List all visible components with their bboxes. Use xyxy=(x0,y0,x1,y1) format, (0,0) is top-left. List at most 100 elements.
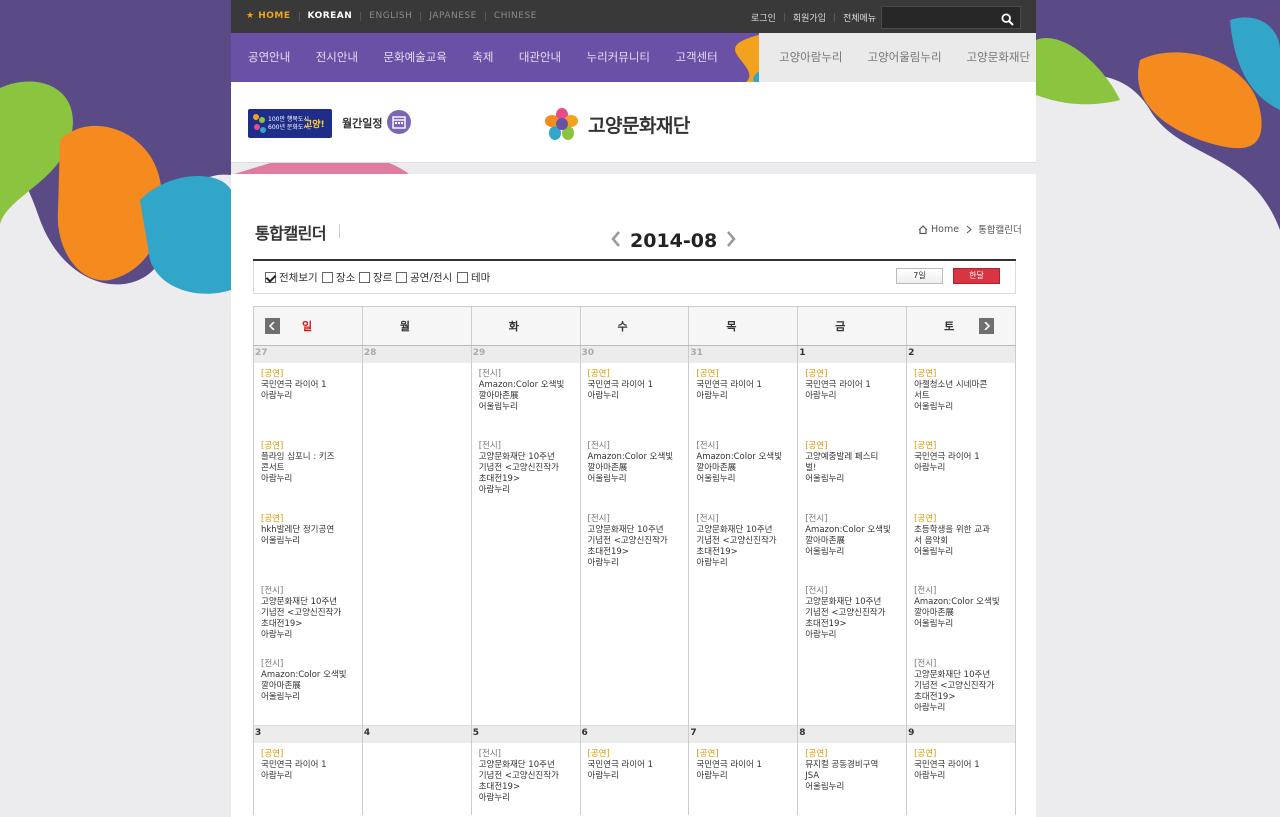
event-text-line: 깔아마존展 xyxy=(914,608,954,618)
breadcrumb-home[interactable]: Home xyxy=(931,224,959,235)
filter-all[interactable]: 전체보기 xyxy=(265,270,318,285)
event-item[interactable]: [공연] 플라잉 심포니 : 키즈 콘서트 아람누리 xyxy=(254,435,362,508)
event-item[interactable]: [전시] Amazon:Color 오색빛 깔아마존展 어울림누리 xyxy=(907,580,1015,653)
util-menu: 로그인 회원가입 전체메뉴 xyxy=(751,11,876,24)
event-item[interactable]: [공연] 국민연극 라이어 1 아람누리 xyxy=(798,363,906,436)
filter-theme[interactable]: 테마 xyxy=(457,270,490,285)
event-text-line: 고양문화재단 10주년 xyxy=(696,524,773,535)
week-view-button[interactable]: 7일 xyxy=(896,268,943,284)
filter-theme-checkbox[interactable] xyxy=(457,272,468,283)
event-item[interactable]: [전시] 고양문화재단 10주년 기념전 <고양신진작가 초대전19> 아람누리 xyxy=(798,580,906,653)
month-view-button[interactable]: 한달 xyxy=(953,268,1000,284)
lang-english[interactable]: ENGLISH xyxy=(369,11,412,21)
nav-exhibition[interactable]: 전시안내 xyxy=(303,33,371,82)
event-text-line: 어울림누리 xyxy=(478,401,518,412)
event-text-line: 국민연극 라이어 1 xyxy=(587,759,654,770)
calendar-icon[interactable] xyxy=(387,110,411,134)
event-item[interactable]: [공연] 국민연극 라이어 1 아람누리 xyxy=(581,363,689,436)
nav-customer-center[interactable]: 고객센터 xyxy=(663,33,731,82)
weekday-thu: 목 xyxy=(688,306,799,346)
event-item[interactable]: [전시] 고양문화재단 10주년 기념전 <고양신진작가 초대전19> 아람누리 xyxy=(472,435,580,508)
event-item[interactable]: [공연] 국민연극 라이어 1 아람누리 xyxy=(689,363,797,436)
login-link[interactable]: 로그인 xyxy=(751,11,776,24)
event-category: [전시] xyxy=(587,441,610,451)
event-item[interactable]: [전시] 고양문화재단 10주년 기념전 <고양신진작가 초대전19> 아람누리 xyxy=(472,743,580,816)
event-item[interactable]: [공연] 국민연극 라이어 1 아람누리 xyxy=(907,743,1015,816)
date-cell: 27 xyxy=(253,345,363,363)
event-text-line: 아람누리 xyxy=(587,390,619,401)
weekday-wed: 수 xyxy=(579,306,690,346)
nav-performance[interactable]: 공연안내 xyxy=(231,33,303,82)
day-events-cell: [공연] 아젤청소년 시네마콘 서트 어울림누리 [공연] 국민연극 라이어 1 아람누리[… xyxy=(906,362,1016,726)
sitemap-link[interactable]: 전체메뉴 xyxy=(843,11,876,24)
nav-foundation[interactable]: 고양문화재단 xyxy=(954,33,1036,82)
event-item[interactable]: [공연] 아젤청소년 시네마콘 서트 어울림누리 xyxy=(907,363,1015,436)
filter-all-checkbox[interactable] xyxy=(265,272,276,283)
monthly-schedule-label[interactable]: 월간일정 xyxy=(342,115,382,131)
event-item[interactable]: [전시] 고양문화재단 10주년 기념전 <고양신진작가 초대전19> 아람누리 xyxy=(689,508,797,581)
event-category: [공연] xyxy=(914,441,937,451)
nav-festival[interactable]: 축제 xyxy=(460,33,507,82)
event-item[interactable]: [공연] 국민연극 라이어 1 아람누리 xyxy=(254,743,362,816)
prev-month-icon[interactable] xyxy=(611,231,621,251)
event-category: [전시] xyxy=(805,586,828,596)
event-text-line: 기념전 <고양신진작가 xyxy=(261,608,342,618)
nav-rental[interactable]: 대관안내 xyxy=(506,33,574,82)
event-category: [공연] xyxy=(805,368,828,379)
event-item[interactable]: [공연] 고양예중발레 페스티 벌! 어울림누리 xyxy=(798,435,906,508)
event-text-line: 아람누리 xyxy=(805,390,837,401)
event-item[interactable]: [전시] Amazon:Color 오색빛 깔아마존展 어울림누리 xyxy=(689,435,797,508)
breadcrumb-current: 통합캘린더 xyxy=(978,225,1022,236)
lang-korean[interactable]: KOREAN xyxy=(308,11,353,21)
event-item[interactable]: [전시] Amazon:Color 오색빛 깔아마존展 어울림누리 xyxy=(254,653,362,726)
date-cell: 2 xyxy=(906,345,1016,363)
nav-aram-nuri[interactable]: 고양아람누리 xyxy=(759,33,855,82)
search-input[interactable] xyxy=(886,10,996,25)
event-text-line: 깔아마존展 xyxy=(696,463,737,473)
event-item[interactable]: [공연] 초등학생을 위한 교과 서 음악회 어울림누리 xyxy=(907,508,1015,581)
search-icon[interactable] xyxy=(1001,11,1014,30)
event-item[interactable]: [공연] 뮤지컬 공동경비구역 JSA 어울림누리 xyxy=(798,743,906,816)
event-item[interactable]: [전시] 고양문화재단 10주년 기념전 <고양신진작가 초대전19> 아람누리 xyxy=(254,580,362,653)
day-events-cell xyxy=(361,362,472,726)
city-slogan-banner[interactable]: 100만 행복도시, 600년 문화도시, 고양! xyxy=(248,109,332,138)
title-divider xyxy=(339,224,340,238)
event-item[interactable]: [전시] Amazon:Color 오색빛 깔아마존展 어울림누리 xyxy=(472,363,580,436)
filter-genre-checkbox[interactable] xyxy=(359,272,370,283)
filter-type-checkbox[interactable] xyxy=(396,272,407,283)
event-item[interactable]: [공연] hkh발레단 정기공연 어울림누리 xyxy=(254,508,362,581)
filter-type[interactable]: 공연/전시 xyxy=(396,270,452,285)
event-item[interactable]: [공연] 국민연극 라이어 1 아람누리 xyxy=(907,435,1015,508)
event-text-line: 국민연극 라이어 1 xyxy=(696,759,762,770)
event-item[interactable]: [전시] Amazon:Color 오색빛 깔아마존展 어울림누리 xyxy=(581,435,689,508)
filter-venue-checkbox[interactable] xyxy=(322,272,333,283)
event-text-line: 깔아마존展 xyxy=(478,390,519,401)
event-text-line: 국민연극 라이어 1 xyxy=(914,452,980,462)
event-item[interactable]: [전시] Amazon:Color 오색빛 깔아마존展 어울림누리 xyxy=(798,508,906,581)
nav-eoullim-nuri[interactable]: 고양어울림누리 xyxy=(855,33,954,82)
nav-arts-education[interactable]: 문화예술교육 xyxy=(371,33,460,82)
calendar-next-button[interactable] xyxy=(979,318,995,334)
main-content: 통합캘린더 2014-08 Home 통합캘린더 전체보기 장소 장르 공연/전… xyxy=(231,174,1036,817)
filter-venue[interactable]: 장소 xyxy=(322,270,355,285)
event-item[interactable]: [공연] 국민연극 라이어 1 아람누리 xyxy=(254,363,362,436)
calendar-prev-button[interactable] xyxy=(265,318,280,334)
weekday-header-row: 일 월 화 수 목 금 토 xyxy=(253,306,1016,346)
lang-chinese[interactable]: CHINESE xyxy=(494,11,537,21)
nav-community[interactable]: 누리커뮤니티 xyxy=(574,33,663,82)
event-item[interactable]: [전시] 고양문화재단 10주년 기념전 <고양신진작가 초대전19> 아람누리 xyxy=(581,508,689,581)
event-item[interactable]: [공연] 국민연극 라이어 1 아람누리 xyxy=(581,743,689,816)
site-logo[interactable]: 고양문화재단 xyxy=(544,106,690,142)
event-item[interactable]: [전시] 고양문화재단 10주년 기념전 <고양신진작가 초대전19> 아람누리 xyxy=(907,653,1015,726)
event-text-line: Amazon:Color 오색빛 xyxy=(914,597,1000,607)
event-text-line: 아람누리 xyxy=(914,770,946,781)
home-link[interactable]: ★ HOME xyxy=(246,11,291,21)
next-month-icon[interactable] xyxy=(726,231,736,251)
filter-genre[interactable]: 장르 xyxy=(359,270,392,285)
weekday-sun: 일 xyxy=(253,306,363,346)
event-item[interactable]: [공연] 국민연극 라이어 1 아람누리 xyxy=(689,743,797,816)
date-cell: 28 xyxy=(361,345,472,363)
lang-japanese[interactable]: JAPANESE xyxy=(429,11,476,21)
signup-link[interactable]: 회원가입 xyxy=(793,11,826,24)
event-text-line: Amazon:Color 오색빛 xyxy=(696,452,782,462)
